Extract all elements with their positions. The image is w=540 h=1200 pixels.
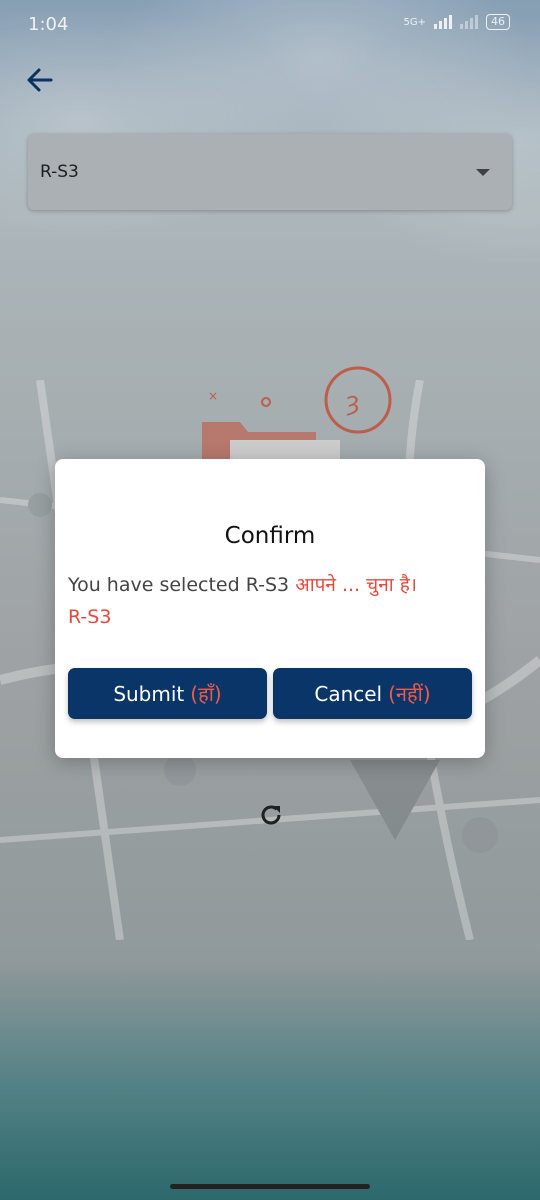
- dialog-message: You have selected R-S3 आपने ... चुना है।…: [68, 569, 473, 633]
- cancel-label: Cancel: [314, 681, 383, 706]
- confirm-dialog: Confirm You have selected R-S3 आपने ... …: [55, 459, 485, 758]
- dialog-title: Confirm: [224, 523, 316, 549]
- cancel-button[interactable]: Cancel (नहीं): [273, 668, 472, 719]
- message-selected-value: R-S3: [68, 606, 112, 628]
- message-hindi: आपने ... चुना है।: [295, 574, 418, 596]
- message-english: You have selected R-S3: [68, 574, 290, 596]
- home-indicator[interactable]: [170, 1184, 370, 1189]
- submit-hindi-label: (हाँ): [190, 682, 222, 706]
- submit-button[interactable]: Submit (हाँ): [68, 668, 267, 719]
- submit-label: Submit: [113, 681, 185, 706]
- cancel-hindi-label: (नहीं): [388, 682, 431, 706]
